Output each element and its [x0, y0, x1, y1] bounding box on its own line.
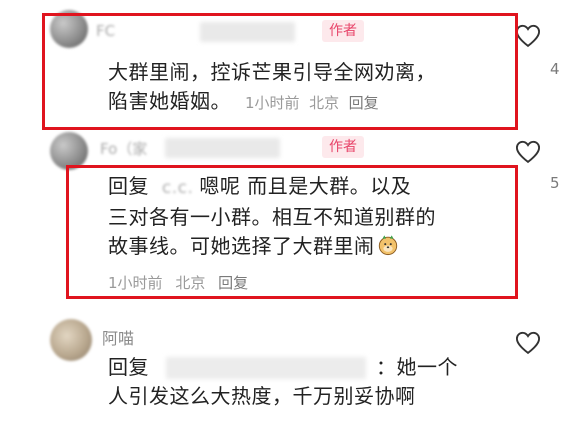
reply-button[interactable]: 回复 — [349, 94, 379, 112]
comment-time: 1小时前 — [108, 274, 163, 292]
reply-prefix: 回复 — [108, 174, 149, 198]
comment-text-line: 人引发这么大热度，千万别妥协啊 — [108, 384, 416, 408]
name-redaction — [165, 138, 280, 158]
comment-location: 北京 — [175, 274, 206, 292]
reply-prefix: 回复 — [108, 355, 149, 379]
mention-redaction — [166, 357, 366, 379]
like-count: 5 — [550, 174, 560, 192]
comment-3: 阿喵 回复 ：她一个 人引发这么大热度，千万别妥协啊 — [0, 315, 567, 424]
avatar[interactable] — [50, 319, 92, 361]
comment-1: FC 作者 大群里闹，控诉芒果引导全网劝离， 陷害她婚姻。 1小时前 北京 回复 … — [0, 0, 567, 130]
reply-button[interactable]: 回复 — [218, 274, 248, 292]
author-badge: 作者 — [322, 20, 364, 42]
commenter-name-blurred[interactable]: FC — [96, 22, 115, 40]
comment-text-line: 回复 ：她一个 — [108, 353, 518, 382]
comment-meta: 1小时前 北京 回复 — [245, 94, 379, 112]
like-count: 4 — [550, 60, 560, 78]
comment-text-line-part: 嗯呢 而且是大群。以及 — [199, 174, 412, 198]
comment-text-line-part: ：她一个 — [376, 355, 458, 379]
comment-text[interactable]: 大群里闹，控诉芒果引导全网劝离， 陷害她婚姻。 1小时前 北京 回复 — [108, 58, 508, 118]
like-heart-icon[interactable] — [513, 22, 543, 50]
comment-text[interactable]: 回复 ：她一个 人引发这么大热度，千万别妥协啊 — [108, 353, 518, 411]
comment-time: 1小时前 — [245, 94, 300, 112]
comment-text-line: 故事线。可她选择了大群里闹 — [108, 232, 518, 261]
comment-2: Fo（家 作者 5 回复 c.c. 嗯呢 而且是大群。以及 三对各有一小群。相互不… — [0, 130, 567, 300]
comment-meta: 1小时前 北京 回复 — [108, 272, 256, 293]
author-badge: 作者 — [322, 136, 364, 158]
comment-text-line: 三对各有一小群。相互不知道别群的 — [108, 205, 436, 229]
doge-emoji-icon — [378, 235, 397, 256]
comment-text-line: 陷害她婚姻。 1小时前 北京 回复 — [108, 87, 508, 118]
mention-blurred[interactable]: c.c. — [162, 178, 194, 198]
avatar[interactable] — [50, 132, 88, 170]
like-heart-icon[interactable] — [513, 138, 543, 166]
name-redaction — [200, 22, 295, 42]
commenter-name[interactable]: 阿喵 — [102, 325, 134, 349]
commenter-name-blurred[interactable]: Fo（家 — [100, 138, 147, 159]
comment-text-line: 回复 c.c. 嗯呢 而且是大群。以及 — [108, 172, 518, 203]
comment-text-line-part: 陷害她婚姻。 — [108, 89, 231, 113]
comment-text[interactable]: 回复 c.c. 嗯呢 而且是大群。以及 三对各有一小群。相互不知道别群的 故事线。… — [108, 172, 518, 261]
comment-text-line-part: 故事线。可她选择了大群里闹 — [108, 234, 375, 258]
comment-text-line: 大群里闹，控诉芒果引导全网劝离， — [108, 60, 436, 84]
avatar[interactable] — [50, 10, 88, 48]
comment-location: 北京 — [309, 94, 340, 112]
